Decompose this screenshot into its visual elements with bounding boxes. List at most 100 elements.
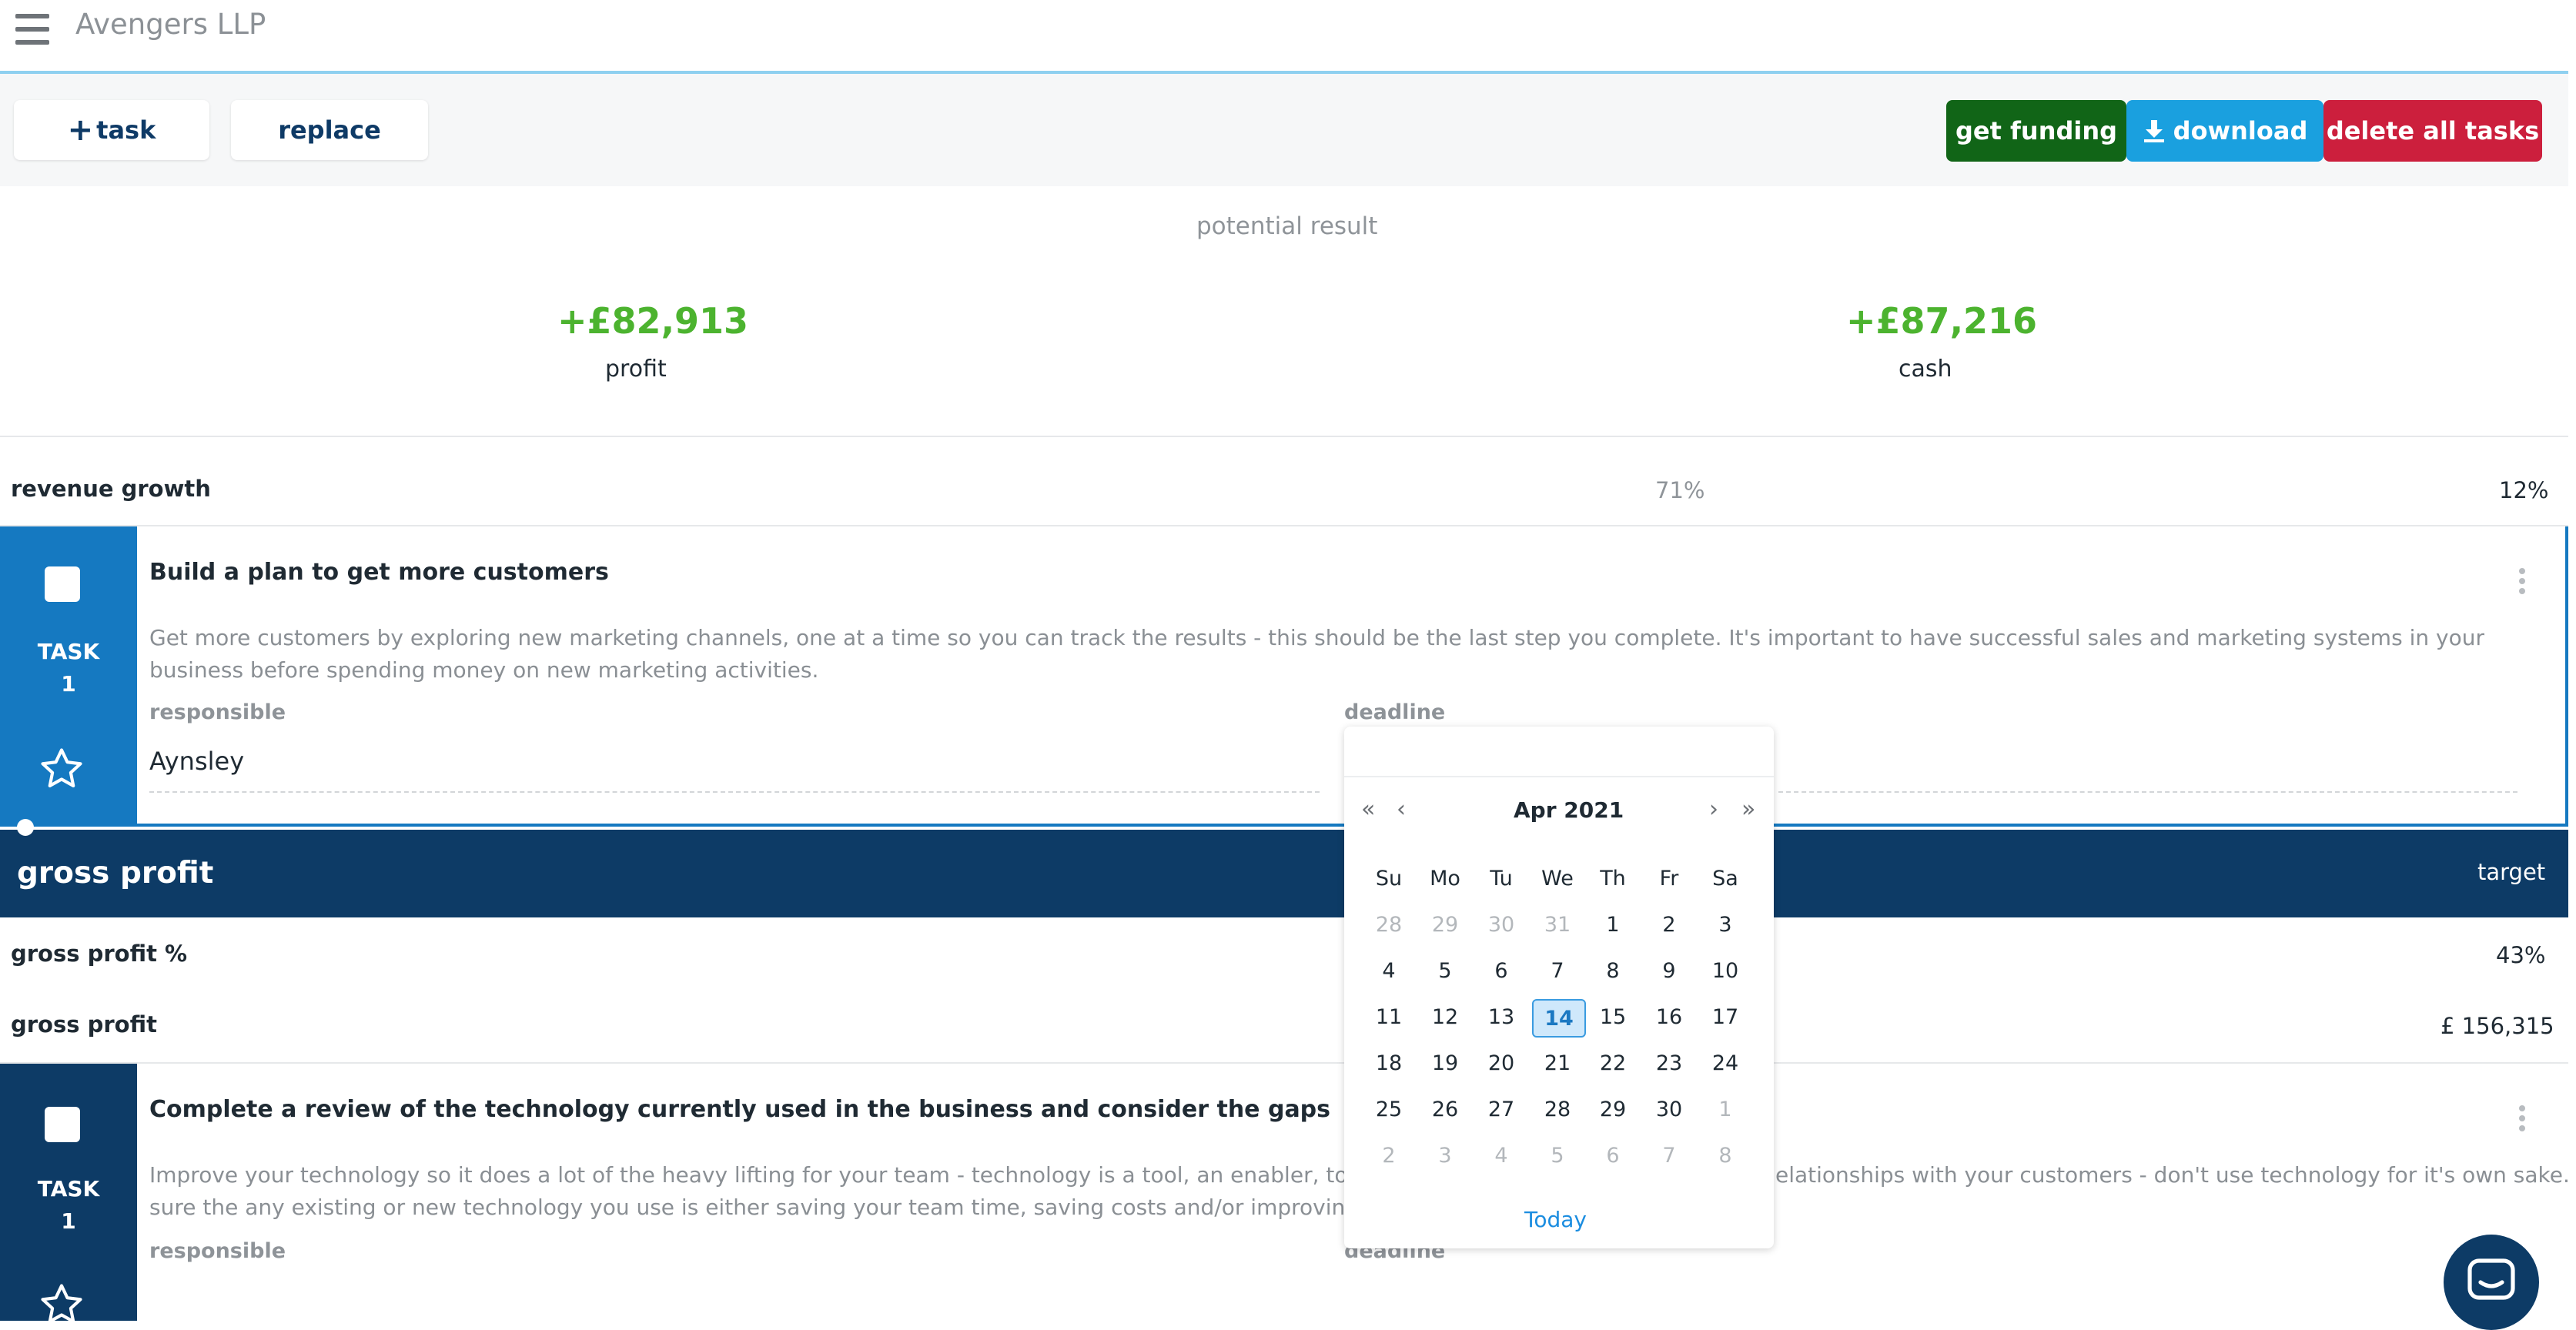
calendar-day[interactable]: 8: [1587, 953, 1638, 988]
calendar-day[interactable]: 28: [1363, 907, 1414, 942]
calendar-day[interactable]: 2: [1644, 907, 1694, 942]
metric-target: £ 156,315: [2441, 1013, 2554, 1039]
weekday-header: Mo: [1430, 866, 1460, 891]
divider: [0, 436, 2568, 437]
revenue-growth-label: revenue growth: [11, 476, 211, 502]
calendar-day[interactable]: 7: [1644, 1138, 1694, 1173]
task-title[interactable]: Complete a review of the technology curr…: [149, 1096, 1330, 1123]
calendar-day[interactable]: 4: [1363, 953, 1414, 988]
calendar-day[interactable]: 26: [1420, 1091, 1470, 1127]
download-label: download: [2173, 116, 2308, 145]
calendar-day[interactable]: 2: [1363, 1138, 1414, 1173]
calendar-day[interactable]: 15: [1587, 999, 1638, 1034]
metric-label: gross profit: [11, 1011, 157, 1038]
task-side-panel: TASK 1: [0, 526, 137, 827]
deadline-underline: [1778, 791, 2517, 793]
calendar-day[interactable]: 22: [1587, 1045, 1638, 1081]
calendar-day[interactable]: 12: [1420, 999, 1470, 1034]
calendar-day[interactable]: 29: [1587, 1091, 1638, 1127]
calendar-day[interactable]: 27: [1476, 1091, 1527, 1127]
plus-icon: +: [67, 112, 94, 148]
company-name: Avengers LLP: [75, 8, 266, 41]
calendar-day[interactable]: 17: [1700, 999, 1751, 1034]
task-description: elationships with your customers - don't…: [1775, 1162, 2576, 1188]
add-task-label: task: [96, 115, 156, 145]
delete-all-tasks-button[interactable]: delete all tasks: [2323, 100, 2542, 162]
weekday-header: Fr: [1659, 866, 1679, 891]
task-description: Get more customers by exploring new mark…: [149, 625, 2484, 683]
responsible-input[interactable]: Aynsley: [149, 747, 244, 776]
calendar-day[interactable]: 3: [1420, 1138, 1470, 1173]
calendar-day[interactable]: 5: [1532, 1138, 1583, 1173]
chat-icon: [2467, 1258, 2515, 1300]
today-button[interactable]: Today: [1524, 1207, 1587, 1232]
add-task-button[interactable]: + task: [14, 100, 209, 160]
calendar-day[interactable]: 11: [1363, 999, 1414, 1034]
task-title[interactable]: Build a plan to get more customers: [149, 559, 609, 586]
task-label: TASK: [37, 639, 100, 664]
calendar-day[interactable]: 18: [1363, 1045, 1414, 1081]
calendar-day[interactable]: 23: [1644, 1045, 1694, 1081]
calendar-day[interactable]: 16: [1644, 999, 1694, 1034]
task-description: Improve your technology so it does a lot…: [149, 1162, 1524, 1188]
metric-label: gross profit %: [11, 941, 188, 967]
task-complete-checkbox[interactable]: [45, 566, 80, 602]
calendar-day[interactable]: 3: [1700, 907, 1751, 942]
replace-button[interactable]: replace: [231, 100, 428, 160]
calendar-day[interactable]: 5: [1420, 953, 1470, 988]
calendar-day[interactable]: 20: [1476, 1045, 1527, 1081]
divider: [0, 1062, 2568, 1064]
profit-label: profit: [605, 356, 667, 383]
section-header: [0, 830, 2568, 917]
calendar-day[interactable]: 25: [1363, 1091, 1414, 1127]
menu-icon[interactable]: [15, 14, 49, 45]
responsible-underline: [149, 791, 1320, 793]
calendar-day[interactable]: 10: [1700, 953, 1751, 988]
calendar-day[interactable]: 1: [1700, 1091, 1751, 1127]
calendar-day[interactable]: 13: [1476, 999, 1527, 1034]
more-options-icon[interactable]: [2519, 1105, 2525, 1131]
star-icon[interactable]: [37, 745, 86, 793]
revenue-growth-target: 12%: [2499, 477, 2549, 503]
cash-value: +£87,216: [1846, 300, 2038, 342]
profit-value: +£82,913: [557, 300, 749, 342]
task-side-panel: TASK 1: [0, 1064, 137, 1324]
deadline-label: deadline: [1344, 700, 1446, 724]
metric-target: 43%: [2496, 942, 2546, 968]
download-button[interactable]: download: [2126, 100, 2323, 162]
calendar-day[interactable]: 30: [1476, 907, 1527, 942]
more-options-icon[interactable]: [2519, 568, 2525, 594]
responsible-label: responsible: [149, 1239, 286, 1263]
calendar-day[interactable]: 9: [1644, 953, 1694, 988]
download-icon: [2143, 120, 2164, 142]
cash-label: cash: [1899, 356, 1952, 383]
calendar-day[interactable]: 24: [1700, 1045, 1751, 1081]
calendar-day[interactable]: 1: [1587, 907, 1638, 942]
chat-button[interactable]: [2444, 1235, 2539, 1330]
get-funding-button[interactable]: get funding: [1946, 100, 2126, 162]
calendar-day[interactable]: 7: [1532, 953, 1583, 988]
task-label: TASK: [37, 1176, 100, 1201]
weekday-header: Sa: [1712, 866, 1738, 891]
task-complete-checkbox[interactable]: [45, 1107, 80, 1142]
weekday-header: Th: [1600, 866, 1626, 891]
top-bar: [0, 0, 2568, 74]
calendar-day[interactable]: 31: [1532, 907, 1583, 942]
calendar-day[interactable]: 28: [1532, 1091, 1583, 1127]
calendar-day[interactable]: 19: [1420, 1045, 1470, 1081]
calendar-day[interactable]: 6: [1587, 1138, 1638, 1173]
revenue-growth-current: 71%: [1655, 477, 1705, 503]
calendar-day[interactable]: 21: [1532, 1045, 1583, 1081]
calendar-day[interactable]: 29: [1420, 907, 1470, 942]
star-icon[interactable]: [37, 1281, 86, 1328]
calendar-day[interactable]: 6: [1476, 953, 1527, 988]
calendar-day[interactable]: 4: [1476, 1138, 1527, 1173]
task-number: 1: [61, 671, 76, 697]
timeline-dot: [17, 819, 34, 836]
calendar-grid: Su Mo Tu We Th Fr Sa 28 29 30 31 1 2 3 4 5 6 7 8 9 10 11 12 13 1…: [1344, 727, 1774, 1248]
datepicker: « ‹ Apr 2021 › » Su Mo Tu We Th Fr Sa 28 29 30 31 1…: [1344, 727, 1774, 1248]
potential-result-title: potential result: [1196, 212, 1378, 240]
calendar-day[interactable]: 14: [1532, 999, 1586, 1038]
calendar-day[interactable]: 30: [1644, 1091, 1694, 1127]
calendar-day[interactable]: 8: [1700, 1138, 1751, 1173]
